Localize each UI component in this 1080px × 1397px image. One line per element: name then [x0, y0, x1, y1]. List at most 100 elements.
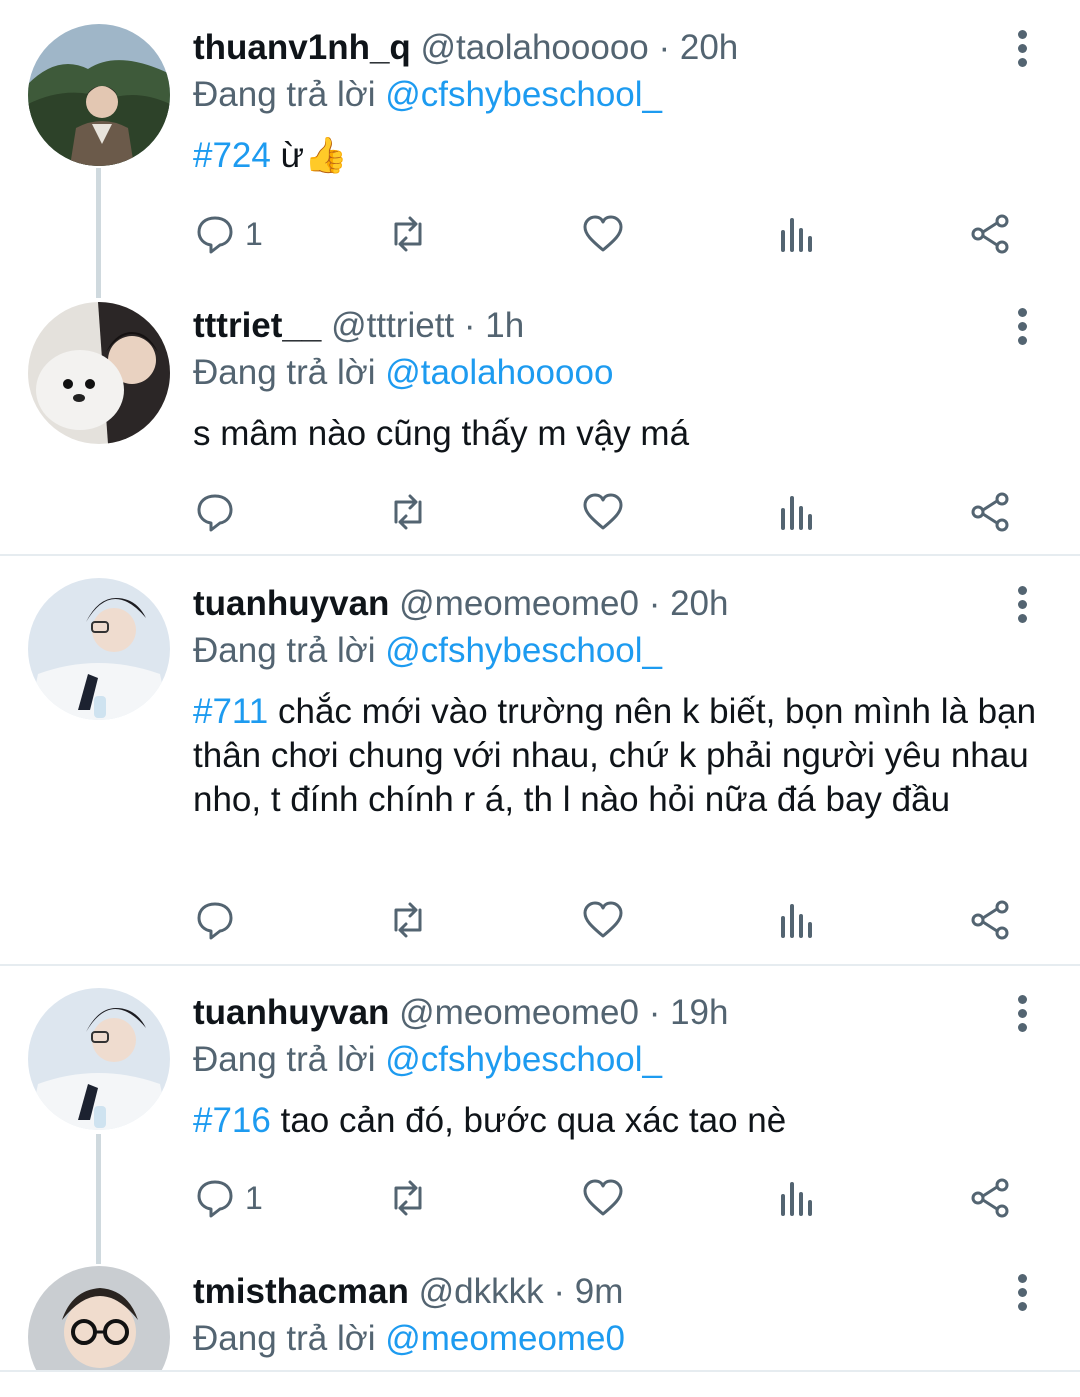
share-button[interactable] — [968, 1170, 1012, 1226]
tweet-header: thuanv1nh_q @taolahooooo · 20h — [193, 26, 738, 70]
more-options-icon[interactable] — [1006, 586, 1038, 632]
retweet-icon — [394, 216, 422, 252]
action-bar — [0, 892, 1080, 948]
avatar[interactable] — [28, 578, 170, 720]
hashtag-link[interactable]: #711 — [193, 692, 268, 731]
tweet-body: ừ👍 — [270, 136, 348, 175]
like-button[interactable] — [581, 1170, 625, 1226]
reply-button[interactable] — [193, 484, 245, 540]
mention-link[interactable]: @taolahooooo — [385, 353, 613, 392]
tweet[interactable]: tuanhuyvan @meomeome0 · 20h Đang trả lời… — [0, 556, 1080, 964]
heart-icon — [583, 493, 623, 530]
avatar[interactable] — [28, 24, 170, 166]
views-button[interactable] — [775, 484, 819, 540]
username[interactable]: tuanhuyvan — [193, 584, 389, 623]
replying-to-label: Đang trả lời — [193, 1040, 386, 1079]
user-handle[interactable]: @dkkkk — [419, 1272, 544, 1311]
retweet-button[interactable] — [386, 206, 430, 262]
reply-button[interactable]: 1 — [193, 206, 263, 262]
action-bar — [0, 484, 1080, 540]
reply-button[interactable] — [193, 892, 245, 948]
action-bar: 1 — [0, 206, 1080, 262]
more-options-icon[interactable] — [1006, 1274, 1038, 1320]
speech-bubble-icon — [197, 1180, 233, 1218]
retweet-button[interactable] — [386, 1170, 430, 1226]
bar-chart-icon — [781, 904, 812, 938]
retweet-icon — [394, 494, 422, 530]
timestamp[interactable]: 20h — [670, 584, 728, 623]
tweet-text: s mâm nào cũng thấy m vậy má — [193, 412, 1053, 456]
reply-count: 1 — [245, 1179, 263, 1216]
tweet-body: s mâm nào cũng thấy m vậy má — [193, 414, 690, 453]
user-handle[interactable]: @meomeome0 — [399, 584, 639, 623]
timestamp[interactable]: 9m — [575, 1272, 624, 1311]
views-button[interactable] — [775, 206, 819, 262]
retweet-button[interactable] — [386, 484, 430, 540]
like-button[interactable] — [581, 484, 625, 540]
separator-dot: · — [463, 306, 476, 345]
timestamp[interactable]: 20h — [680, 28, 738, 67]
reply-button[interactable]: 1 — [193, 1170, 263, 1226]
mention-link[interactable]: @cfshybeschool_ — [385, 631, 662, 670]
user-handle[interactable]: @tttriett — [331, 306, 454, 345]
tweet-header: tttriet__ @tttriett · 1h — [193, 304, 524, 348]
tweet[interactable]: thuanv1nh_q @taolahooooo · 20h Đang trả … — [0, 0, 1080, 280]
bar-chart-icon — [781, 1182, 812, 1216]
avatar[interactable] — [28, 1266, 170, 1370]
replying-to-label: Đang trả lời — [193, 1319, 386, 1358]
separator-dot: · — [648, 584, 661, 623]
avatar[interactable] — [28, 302, 170, 444]
replying-to: Đang trả lời @cfshybeschool_ — [193, 73, 662, 117]
hashtag-link[interactable]: #724 — [193, 136, 271, 175]
share-icon — [971, 214, 1009, 254]
speech-bubble-icon — [197, 494, 233, 532]
tweet-text: #724 ừ👍 — [193, 134, 1053, 178]
tweet-text: #711 chắc mới vào trường nên k biết, bọn… — [193, 690, 1053, 822]
tweet[interactable]: tuanhuyvan @meomeome0 · 19h Đang trả lời… — [0, 966, 1080, 1246]
more-options-icon[interactable] — [1006, 308, 1038, 354]
tweet-header: tuanhuyvan @meomeome0 · 19h — [193, 991, 728, 1035]
tweet[interactable]: tttriet__ @tttriett · 1h Đang trả lời @t… — [0, 280, 1080, 555]
retweet-icon — [394, 902, 422, 938]
more-options-icon[interactable] — [1006, 30, 1038, 76]
tweet-text: #716 tao cản đó, bước qua xác tao nè — [193, 1099, 1053, 1143]
share-icon — [971, 900, 1009, 940]
reply-count: 1 — [245, 215, 263, 252]
action-bar: 1 — [0, 1170, 1080, 1226]
username[interactable]: tmisthacman — [193, 1272, 409, 1311]
like-button[interactable] — [581, 892, 625, 948]
user-handle[interactable]: @taolahooooo — [421, 28, 649, 67]
replying-to: Đang trả lời @cfshybeschool_ — [193, 629, 662, 673]
mention-link[interactable]: @cfshybeschool_ — [385, 75, 662, 114]
mention-link[interactable]: @cfshybeschool_ — [385, 1040, 662, 1079]
replying-to-label: Đang trả lời — [193, 75, 386, 114]
timestamp[interactable]: 1h — [485, 306, 524, 345]
share-button[interactable] — [968, 892, 1012, 948]
timestamp[interactable]: 19h — [670, 993, 728, 1032]
tweet-header: tuanhuyvan @meomeome0 · 20h — [193, 582, 728, 626]
heart-icon — [583, 1179, 623, 1216]
share-button[interactable] — [968, 484, 1012, 540]
tweet[interactable]: tmisthacman @dkkkk · 9m Đang trả lời @me… — [0, 1246, 1080, 1370]
hashtag-link[interactable]: #716 — [193, 1101, 271, 1140]
tweet-body: chắc mới vào trường nên k biết, bọn mình… — [193, 692, 1037, 819]
mention-link[interactable]: @meomeome0 — [385, 1319, 625, 1358]
separator-dot: · — [658, 28, 671, 67]
speech-bubble-icon — [197, 216, 233, 254]
share-icon — [971, 492, 1009, 532]
replying-to: Đang trả lời @cfshybeschool_ — [193, 1038, 662, 1082]
views-button[interactable] — [775, 1170, 819, 1226]
username[interactable]: thuanv1nh_q — [193, 28, 411, 67]
retweet-icon — [394, 1180, 422, 1216]
avatar[interactable] — [28, 988, 170, 1130]
heart-icon — [583, 901, 623, 938]
views-button[interactable] — [775, 892, 819, 948]
username[interactable]: tuanhuyvan — [193, 993, 389, 1032]
more-options-icon[interactable] — [1006, 995, 1038, 1041]
user-handle[interactable]: @meomeome0 — [399, 993, 639, 1032]
like-button[interactable] — [581, 206, 625, 262]
retweet-button[interactable] — [386, 892, 430, 948]
username[interactable]: tttriet__ — [193, 306, 321, 345]
separator-dot: · — [648, 993, 661, 1032]
share-button[interactable] — [968, 206, 1012, 262]
